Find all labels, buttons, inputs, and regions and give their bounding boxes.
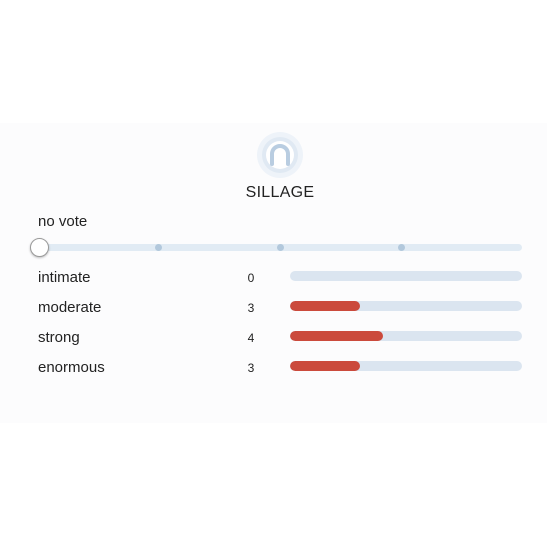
result-label: moderate (38, 299, 102, 316)
result-row-intimate: intimate 0 (0, 265, 547, 295)
result-label: enormous (38, 359, 105, 376)
sillage-slider[interactable] (30, 236, 524, 260)
result-bar (290, 361, 522, 371)
result-bar-fill (290, 301, 360, 311)
result-row-strong: strong 4 (0, 325, 547, 355)
result-bar-fill (290, 331, 383, 341)
slider-step-dot[interactable] (398, 244, 405, 251)
section-title: SILLAGE (245, 184, 315, 201)
sillage-icon (256, 131, 304, 179)
result-row-moderate: moderate 3 (0, 295, 547, 325)
result-count: 0 (247, 271, 255, 285)
vote-status: no vote (38, 213, 88, 230)
result-count: 4 (247, 331, 255, 345)
slider-handle[interactable] (30, 238, 49, 257)
result-bar-fill (290, 361, 360, 371)
result-count: 3 (247, 361, 255, 375)
result-bar (290, 331, 522, 341)
result-label: intimate (38, 269, 91, 286)
slider-step-dot[interactable] (155, 244, 162, 251)
slider-step-dot[interactable] (277, 244, 284, 251)
result-bar (290, 301, 522, 311)
sillage-panel: SILLAGE no vote intimate 0 moderate 3 st… (0, 123, 547, 423)
result-row-enormous: enormous 3 (0, 355, 547, 385)
result-count: 3 (247, 301, 255, 315)
result-label: strong (38, 329, 80, 346)
vote-results: intimate 0 moderate 3 strong 4 enormous … (0, 265, 547, 385)
result-bar (290, 271, 522, 281)
